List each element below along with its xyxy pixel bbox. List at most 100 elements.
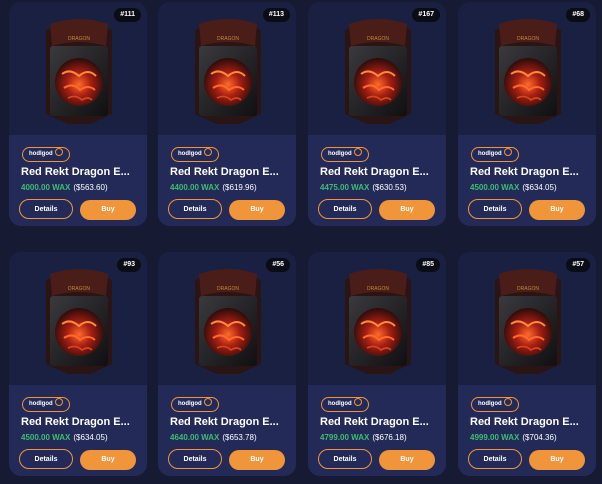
owner-name: hodlgod <box>478 151 502 157</box>
mint-number-badge: #167 <box>412 8 440 22</box>
mint-number-badge: #93 <box>117 258 141 272</box>
buy-button[interactable]: Buy <box>529 450 585 470</box>
check-circle-icon <box>203 148 212 157</box>
svg-text:DRAGON: DRAGON <box>367 36 389 42</box>
listing-card[interactable]: DRAGON #68 hodlgod Red Rekt Dragon E... … <box>458 2 596 226</box>
price-usd: ($563.60) <box>73 183 108 192</box>
owner-chip[interactable]: hodlgod <box>471 397 519 412</box>
listing-title: Red Rekt Dragon E... <box>470 166 579 178</box>
card-info: hodlgod Red Rekt Dragon E... 4500.00 WAX… <box>9 385 147 476</box>
check-circle-icon <box>353 398 362 407</box>
owner-chip[interactable]: hodlgod <box>171 397 219 412</box>
nft-artwork[interactable]: DRAGON <box>40 16 118 128</box>
card-info: hodlgod Red Rekt Dragon E... 4640.00 WAX… <box>158 385 296 476</box>
listing-title: Red Rekt Dragon E... <box>21 416 130 428</box>
price-wax: 4475.00 WAX <box>320 183 370 192</box>
buy-button[interactable]: Buy <box>80 200 136 220</box>
listing-title: Red Rekt Dragon E... <box>170 166 279 178</box>
card-media[interactable]: DRAGON #56 <box>158 252 296 385</box>
nft-artwork[interactable]: DRAGON <box>189 266 267 378</box>
card-media[interactable]: DRAGON #57 <box>458 252 596 385</box>
buy-button[interactable]: Buy <box>529 200 585 220</box>
mint-number-badge: #56 <box>266 258 290 272</box>
listing-card[interactable]: DRAGON #57 hodlgod Red Rekt Dragon E... … <box>458 252 596 476</box>
buy-button[interactable]: Buy <box>229 200 285 220</box>
buy-button[interactable]: Buy <box>229 450 285 470</box>
owner-chip[interactable]: hodlgod <box>22 397 70 412</box>
details-button[interactable]: Details <box>468 199 522 219</box>
mint-number-badge: #68 <box>566 8 590 22</box>
listing-title: Red Rekt Dragon E... <box>170 416 279 428</box>
price-line: 4640.00 WAX ($653.78) <box>170 433 257 442</box>
card-info: hodlgod Red Rekt Dragon E... 4799.00 WAX… <box>308 385 446 476</box>
price-wax: 4500.00 WAX <box>470 183 520 192</box>
owner-chip[interactable]: hodlgod <box>471 147 519 162</box>
details-button[interactable]: Details <box>168 449 222 469</box>
check-circle-icon <box>54 398 63 407</box>
listing-title: Red Rekt Dragon E... <box>470 416 579 428</box>
card-info: hodlgod Red Rekt Dragon E... 4999.00 WAX… <box>458 385 596 476</box>
svg-text:DRAGON: DRAGON <box>517 36 539 42</box>
owner-chip[interactable]: hodlgod <box>171 147 219 162</box>
card-media[interactable]: DRAGON #167 <box>308 2 446 135</box>
price-wax: 4999.00 WAX <box>470 433 520 442</box>
mint-number-badge: #85 <box>416 258 440 272</box>
svg-text:DRAGON: DRAGON <box>68 286 90 292</box>
details-button[interactable]: Details <box>318 449 372 469</box>
nft-artwork[interactable]: DRAGON <box>489 266 567 378</box>
mint-number-badge: #113 <box>262 8 290 22</box>
buy-button[interactable]: Buy <box>379 450 435 470</box>
nft-artwork[interactable]: DRAGON <box>339 16 417 128</box>
owner-chip[interactable]: hodlgod <box>22 147 70 162</box>
check-circle-icon <box>203 398 212 407</box>
svg-text:DRAGON: DRAGON <box>367 286 389 292</box>
listing-card[interactable]: DRAGON #56 hodlgod Red Rekt Dragon E... … <box>158 252 296 476</box>
owner-chip[interactable]: hodlgod <box>321 147 369 162</box>
buy-button[interactable]: Buy <box>80 450 136 470</box>
price-usd: ($630.53) <box>372 183 407 192</box>
check-circle-icon <box>503 148 512 157</box>
price-line: 4500.00 WAX ($634.05) <box>470 183 557 192</box>
card-media[interactable]: DRAGON #113 <box>158 2 296 135</box>
card-media[interactable]: DRAGON #111 <box>9 2 147 135</box>
card-media[interactable]: DRAGON #85 <box>308 252 446 385</box>
details-button[interactable]: Details <box>168 199 222 219</box>
price-line: 4500.00 WAX ($634.05) <box>21 433 108 442</box>
listing-title: Red Rekt Dragon E... <box>320 166 429 178</box>
nft-artwork[interactable]: DRAGON <box>339 266 417 378</box>
nft-artwork[interactable]: DRAGON <box>489 16 567 128</box>
price-wax: 4640.00 WAX <box>170 433 220 442</box>
price-line: 4799.00 WAX ($676.18) <box>320 433 407 442</box>
svg-text:DRAGON: DRAGON <box>68 36 90 42</box>
price-wax: 4400.00 WAX <box>170 183 220 192</box>
mint-number-badge: #111 <box>114 8 141 22</box>
listing-title: Red Rekt Dragon E... <box>21 166 130 178</box>
owner-name: hodlgod <box>328 151 352 157</box>
price-usd: ($676.18) <box>372 433 407 442</box>
details-button[interactable]: Details <box>19 449 73 469</box>
details-button[interactable]: Details <box>468 449 522 469</box>
listing-card[interactable]: DRAGON #113 hodlgod Red Rekt Dragon E...… <box>158 2 296 226</box>
owner-name: hodlgod <box>328 401 352 407</box>
card-info: hodlgod Red Rekt Dragon E... 4500.00 WAX… <box>458 135 596 226</box>
price-wax: 4500.00 WAX <box>21 433 71 442</box>
check-circle-icon <box>353 148 362 157</box>
nft-artwork[interactable]: DRAGON <box>40 266 118 378</box>
owner-name: hodlgod <box>178 151 202 157</box>
card-media[interactable]: DRAGON #68 <box>458 2 596 135</box>
details-button[interactable]: Details <box>318 199 372 219</box>
card-media[interactable]: DRAGON #93 <box>9 252 147 385</box>
details-button[interactable]: Details <box>19 199 73 219</box>
owner-chip[interactable]: hodlgod <box>321 397 369 412</box>
nft-artwork[interactable]: DRAGON <box>189 16 267 128</box>
buy-button[interactable]: Buy <box>379 200 435 220</box>
listing-card[interactable]: DRAGON #167 hodlgod Red Rekt Dragon E...… <box>308 2 446 226</box>
price-usd: ($653.78) <box>222 433 257 442</box>
listing-card[interactable]: DRAGON #85 hodlgod Red Rekt Dragon E... … <box>308 252 446 476</box>
listing-card[interactable]: DRAGON #93 hodlgod Red Rekt Dragon E... … <box>9 252 147 476</box>
card-info: hodlgod Red Rekt Dragon E... 4400.00 WAX… <box>158 135 296 226</box>
price-line: 4475.00 WAX ($630.53) <box>320 183 407 192</box>
price-line: 4000.00 WAX ($563.60) <box>21 183 108 192</box>
owner-name: hodlgod <box>29 401 53 407</box>
listing-card[interactable]: DRAGON #111 hodlgod Red Rekt Dragon E...… <box>9 2 147 226</box>
